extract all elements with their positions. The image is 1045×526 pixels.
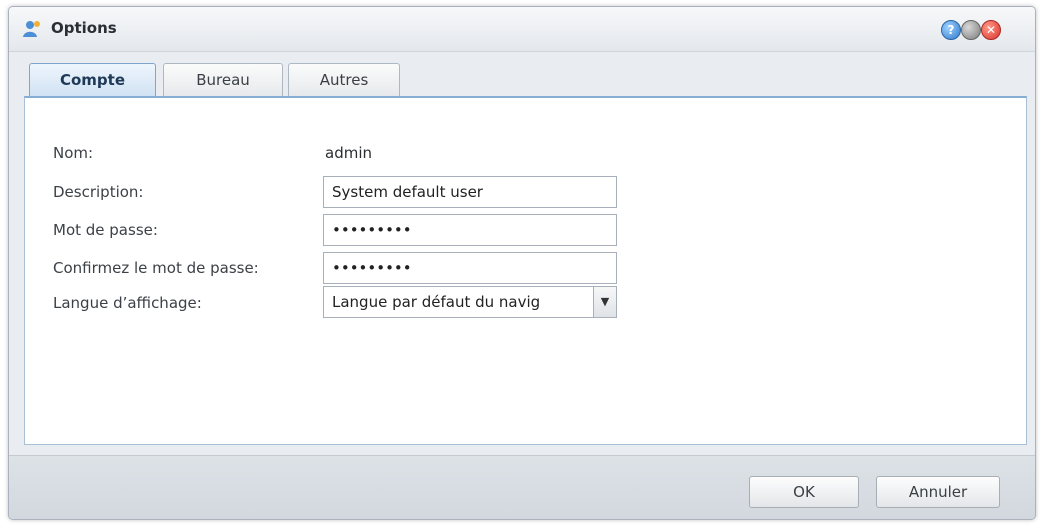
description-label: Description: [53, 183, 144, 201]
tab-autres[interactable]: Autres [288, 63, 400, 96]
help-icon[interactable]: ? [941, 20, 961, 40]
window-title: Options [51, 19, 117, 37]
dialog-footer: OK Annuler [9, 455, 1035, 519]
language-select-value: Langue par défaut du navig [332, 293, 541, 311]
options-dialog: Options ? ✕ Compte Bureau Autres Nom: ad… [8, 6, 1036, 520]
tab-bureau[interactable]: Bureau [163, 63, 283, 96]
account-panel: Nom: admin Description: Mot de passe: Co… [24, 96, 1027, 445]
language-select[interactable]: Langue par défaut du navig ▼ [323, 286, 617, 318]
password-input[interactable] [323, 214, 617, 246]
chevron-down-icon[interactable]: ▼ [593, 287, 616, 317]
tab-compte[interactable]: Compte [29, 63, 156, 98]
description-input[interactable] [323, 176, 617, 208]
name-label: Nom: [53, 144, 94, 162]
minimize-icon[interactable] [961, 20, 981, 40]
language-label: Langue d’affichage: [53, 294, 202, 312]
close-icon[interactable]: ✕ [981, 20, 1001, 40]
user-settings-icon [23, 21, 40, 37]
confirm-password-input[interactable] [323, 252, 617, 284]
cancel-button[interactable]: Annuler [876, 476, 1000, 508]
title-bar[interactable]: Options ? ✕ [9, 7, 1035, 52]
confirm-password-label: Confirmez le mot de passe: [53, 259, 259, 277]
password-label: Mot de passe: [53, 221, 158, 239]
ok-button[interactable]: OK [749, 476, 859, 508]
name-value: admin [325, 144, 372, 162]
